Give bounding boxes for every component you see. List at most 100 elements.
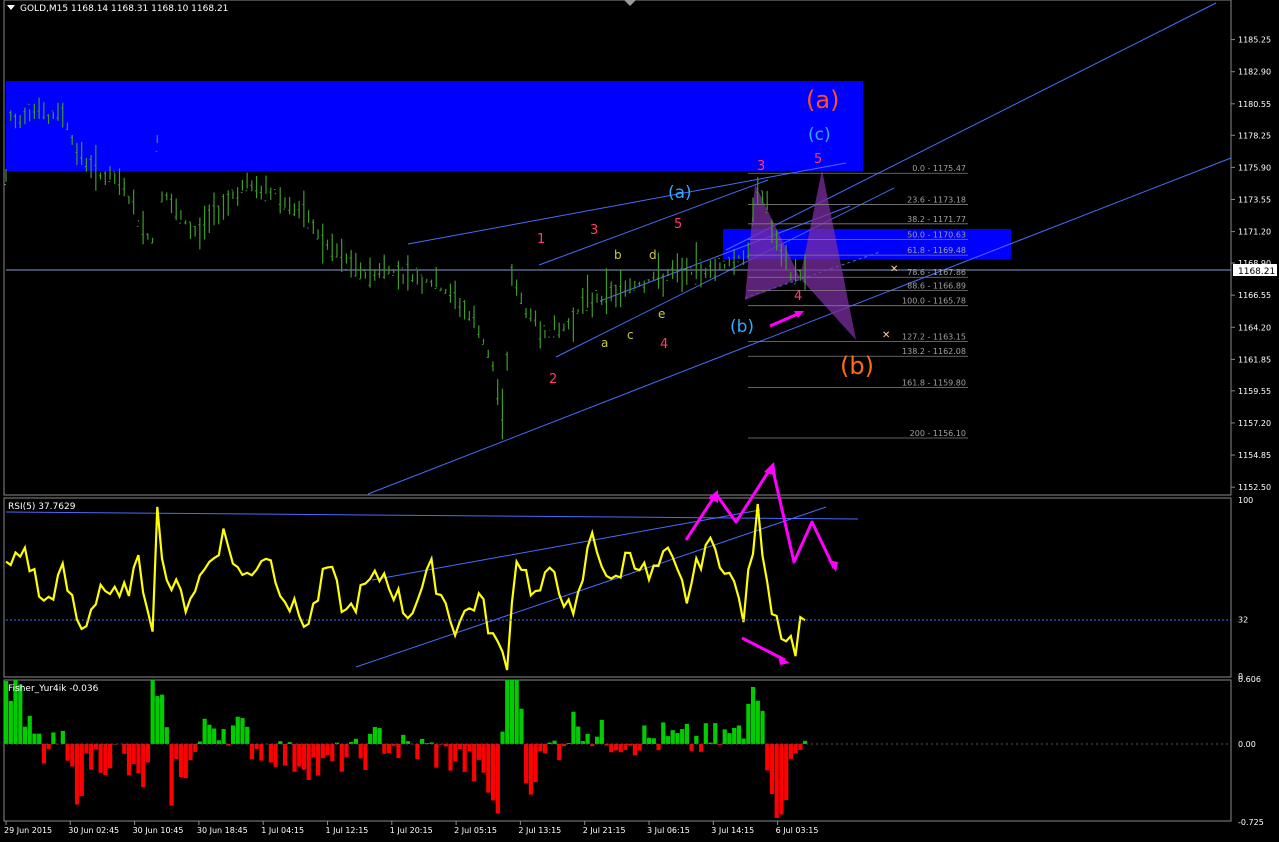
fisher-bar bbox=[27, 715, 32, 744]
fisher-bar bbox=[22, 726, 28, 744]
fisher-bar bbox=[500, 731, 505, 744]
fisher-bar bbox=[235, 716, 240, 744]
rsi-panel[interactable] bbox=[3, 497, 1232, 678]
fisher-bar bbox=[760, 710, 765, 744]
annotation-arrows bbox=[684, 311, 838, 665]
chart-shift-icon[interactable] bbox=[624, 0, 636, 6]
fisher-bar bbox=[353, 738, 359, 744]
time-tick-label: 3 Jul 06:15 bbox=[647, 826, 690, 835]
time-tick-label: 6 Jul 03:15 bbox=[776, 826, 819, 835]
fisher-bar bbox=[698, 744, 704, 752]
fisher-bar bbox=[160, 694, 165, 744]
fisher-bar bbox=[684, 723, 690, 744]
price-tick-label: 1157.20 bbox=[1238, 419, 1271, 428]
fisher-bar bbox=[519, 708, 524, 744]
fisher-bar bbox=[169, 744, 174, 806]
time-tick-label: 2 Jul 21:15 bbox=[583, 826, 626, 835]
rsi-tick-label: 32 bbox=[1238, 616, 1248, 625]
price-tick-label: 1178.25 bbox=[1238, 131, 1271, 140]
fisher-bar bbox=[490, 744, 496, 801]
fisher-bar bbox=[798, 744, 803, 751]
fib-level-label: 161.8 - 1159.80 bbox=[902, 378, 966, 387]
fibonacci-levels: 0.0 - 1175.47 23.6 - 1173.18 38.2 - 1171.7… bbox=[748, 164, 968, 439]
price-tick-label: 1171.20 bbox=[1238, 228, 1271, 237]
fisher-bar bbox=[212, 728, 217, 744]
price-tick-label: 1161.85 bbox=[1238, 355, 1271, 364]
dropdown-icon[interactable] bbox=[7, 5, 15, 10]
time-tick-label: 1 Jul 04:15 bbox=[261, 826, 304, 835]
fisher-bar bbox=[207, 724, 212, 744]
arrow-up bbox=[769, 311, 801, 328]
fisher-bar bbox=[457, 744, 463, 750]
fisher-bar bbox=[552, 740, 557, 744]
time-tick-label: 30 Jun 10:45 bbox=[133, 826, 184, 835]
fisher-bar bbox=[150, 679, 155, 744]
fisher-bar bbox=[282, 744, 288, 766]
rsi-indicator bbox=[5, 503, 806, 671]
fib-level-label: 78.6 - 1167.86 bbox=[907, 268, 966, 277]
fisher-bar bbox=[769, 744, 775, 795]
price-tick-label: 1152.50 bbox=[1238, 483, 1271, 492]
fisher-bar bbox=[646, 737, 652, 744]
fisher-bar bbox=[642, 725, 647, 744]
time-tick-label: 2 Jul 13:15 bbox=[518, 826, 561, 835]
fisher-bar bbox=[637, 744, 642, 751]
arrow-rsi-zigzag bbox=[684, 464, 836, 569]
fisher-bar bbox=[755, 700, 760, 744]
rsi-axis: 100320 bbox=[1238, 496, 1253, 681]
fisher-bar bbox=[178, 744, 184, 778]
price-tick-label: 1166.55 bbox=[1238, 291, 1271, 300]
fisher-bar bbox=[41, 744, 47, 764]
fib-level-label: 61.8 - 1169.48 bbox=[907, 246, 966, 255]
time-tick-label: 30 Jun 02:45 bbox=[68, 826, 119, 835]
fisher-bar bbox=[656, 744, 661, 751]
fisher-bar bbox=[183, 744, 188, 779]
wave-label: 1 bbox=[537, 232, 545, 247]
fisher-bar bbox=[415, 744, 420, 760]
fisher-bar bbox=[65, 744, 70, 761]
fisher-bar bbox=[538, 744, 543, 751]
fisher-bar bbox=[788, 744, 794, 759]
fisher-bar bbox=[505, 679, 510, 744]
fisher-bar bbox=[448, 744, 453, 771]
fisher-bar bbox=[533, 744, 538, 783]
price-tick-label: 1180.55 bbox=[1238, 100, 1271, 109]
fisher-bar bbox=[221, 729, 226, 744]
fib-level-label: 50.0 - 1170.63 bbox=[907, 230, 966, 239]
fisher-bar bbox=[476, 744, 481, 760]
wave-label: (c) bbox=[808, 125, 831, 145]
fisher-bar bbox=[297, 744, 302, 767]
fisher-bar bbox=[301, 744, 307, 770]
fisher-bar bbox=[618, 744, 623, 753]
price-markers: ✕ ✕ bbox=[882, 264, 898, 341]
fisher-bar bbox=[495, 744, 500, 814]
fisher-bar bbox=[599, 719, 604, 744]
price-tick-label: 1175.90 bbox=[1238, 163, 1271, 172]
fib-level-label: 88.6 - 1166.89 bbox=[907, 282, 966, 291]
price-tick-label: 1173.55 bbox=[1238, 195, 1271, 204]
fisher-bar bbox=[382, 744, 387, 754]
fisher-bar bbox=[363, 744, 368, 771]
fisher-bar bbox=[632, 744, 637, 756]
fisher-bar bbox=[70, 744, 75, 767]
fisher-bar bbox=[623, 744, 628, 750]
fisher-bar bbox=[694, 735, 699, 744]
wave-label: 5 bbox=[814, 152, 822, 167]
price-tick-label: 1159.55 bbox=[1238, 387, 1271, 396]
time-axis: 29 Jun 2015 30 Jun 02:45 30 Jun 10:45 30 Ju… bbox=[4, 821, 818, 835]
fisher-bar bbox=[750, 686, 756, 744]
fisher-bar bbox=[486, 744, 491, 793]
wave-label: 3 bbox=[590, 223, 598, 238]
symbol-title: GOLD,M15 1168.14 1168.31 1168.10 1168.21 bbox=[20, 4, 228, 14]
fisher-bar bbox=[594, 736, 600, 744]
wave-label: 3 bbox=[757, 159, 765, 174]
price-tick-label: 1164.20 bbox=[1238, 323, 1271, 332]
fisher-bar bbox=[571, 711, 576, 744]
fisher-bar bbox=[249, 744, 255, 760]
wave-label: b bbox=[614, 248, 622, 262]
fisher-bar bbox=[661, 722, 666, 744]
fib-level-label: 200 - 1156.10 bbox=[910, 429, 966, 438]
fisher-bar bbox=[784, 744, 789, 801]
fisher-bar bbox=[174, 744, 179, 760]
fisher-panel[interactable] bbox=[3, 679, 1232, 822]
